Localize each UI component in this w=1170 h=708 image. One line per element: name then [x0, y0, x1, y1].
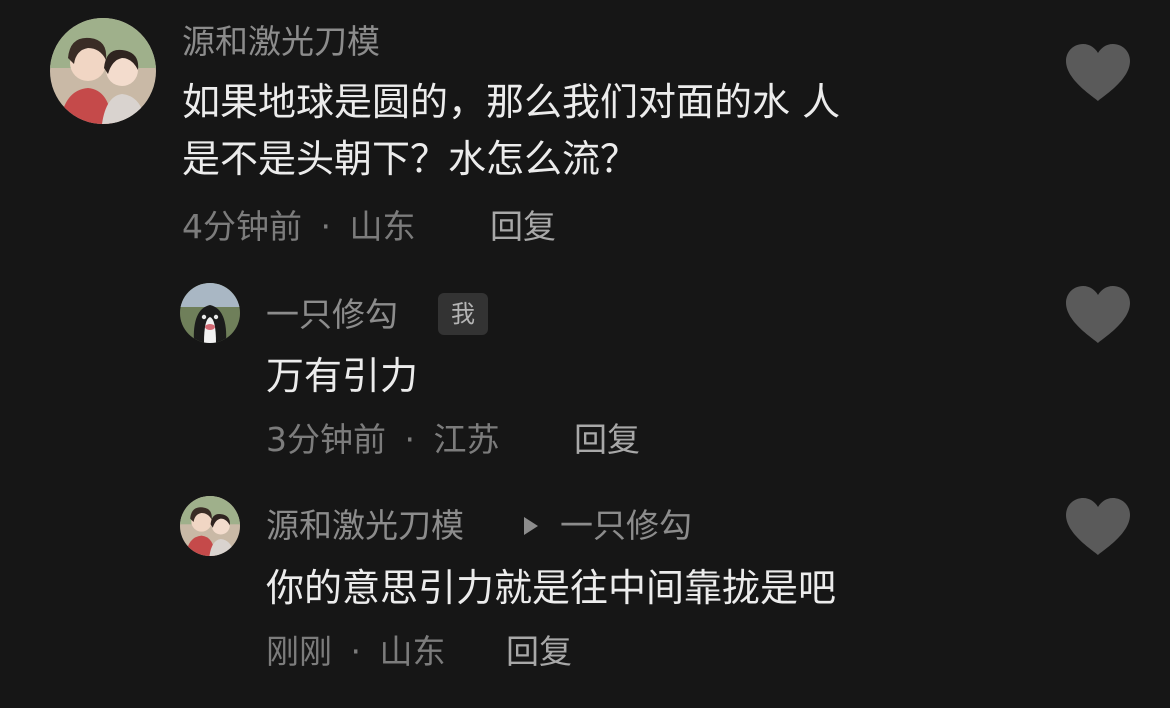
comment-text-line: 万有引力 [266, 354, 419, 398]
self-badge: 我 [438, 293, 488, 335]
heart-icon[interactable] [1066, 286, 1130, 344]
comment-item: 源和激光刀模 如果地球是圆的，那么我们对面的水 人 是不是头朝下？水怎么流？ 4… [0, 0, 1170, 260]
comment-text-line: 如果地球是圆的，那么我们对面的水 人 [182, 80, 841, 124]
comment-text-line: 你的意思引力就是往中间靠拢是吧 [266, 566, 837, 610]
reply-target-author[interactable]: 一只修勾 [560, 506, 692, 546]
comment-time: 4分钟前 [182, 207, 302, 246]
avatar[interactable] [50, 18, 156, 124]
reply-arrow-icon [524, 517, 538, 535]
heart-icon[interactable] [1066, 498, 1130, 556]
meta-separator: · [404, 420, 416, 459]
reply-item: 源和激光刀模 一只修勾 你的意思引力就是往中间靠拢是吧 刚刚 · 山东 回复 [0, 484, 1170, 704]
avatar[interactable] [180, 496, 240, 556]
comment-location: 山东 [379, 632, 446, 671]
comment-time: 3分钟前 [266, 420, 386, 459]
reply-item: 一只修勾 我 万有引力 3分钟前 · 江苏 回复 [0, 270, 1170, 470]
comment-meta: 4分钟前 · 山东 [182, 207, 416, 247]
comment-meta: 3分钟前 · 江苏 [266, 420, 500, 460]
comment-location: 山东 [349, 207, 416, 246]
comment-time: 刚刚 [266, 632, 332, 671]
meta-separator: · [320, 207, 332, 246]
heart-icon[interactable] [1066, 44, 1130, 102]
comment-location: 江苏 [433, 420, 500, 459]
comment-author[interactable]: 一只修勾 [266, 295, 398, 335]
comment-text-line: 是不是头朝下？水怎么流？ [182, 137, 639, 181]
avatar[interactable] [180, 283, 240, 343]
meta-separator: · [350, 632, 362, 671]
comment-meta: 刚刚 · 山东 [266, 632, 446, 672]
reply-button[interactable]: 回复 [506, 632, 572, 672]
comment-author[interactable]: 源和激光刀模 [182, 22, 380, 62]
reply-button[interactable]: 回复 [490, 207, 556, 247]
reply-button[interactable]: 回复 [574, 420, 640, 460]
comment-author[interactable]: 源和激光刀模 [266, 506, 464, 546]
